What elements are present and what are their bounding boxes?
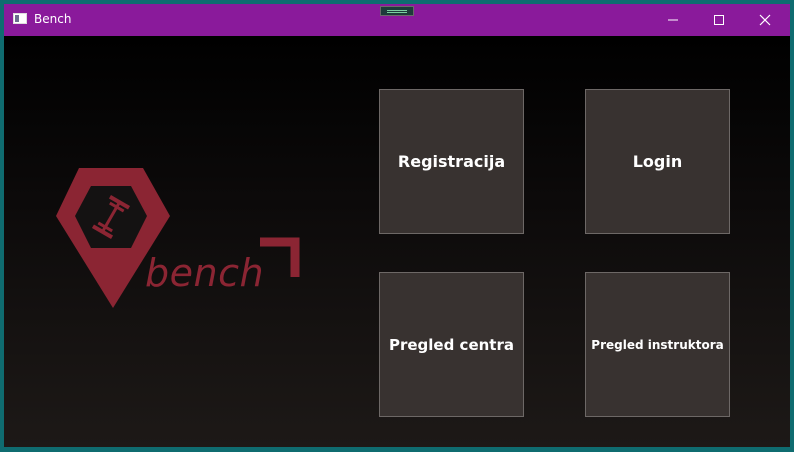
minimize-button[interactable] (650, 4, 696, 36)
pregled-centra-label: Pregled centra (388, 335, 514, 354)
pregled-centra-button[interactable]: Pregled centra (379, 272, 524, 417)
pregled-instruktora-label: Pregled instruktora (591, 337, 724, 352)
login-button[interactable]: Login (585, 89, 730, 234)
close-button[interactable] (742, 4, 788, 36)
main-content: bench Registracija Login Pregled centra … (4, 36, 790, 447)
app-window: Bench bench Registracija Login Pregled c… (4, 4, 790, 447)
logo-corner-bracket (260, 237, 300, 277)
registracija-label: Registracija (397, 152, 506, 171)
window-title: Bench (34, 12, 72, 26)
close-icon (759, 14, 771, 26)
login-label: Login (632, 152, 683, 171)
minimize-icon (668, 19, 678, 21)
pregled-instruktora-button[interactable]: Pregled instruktora (585, 272, 730, 417)
maximize-button[interactable] (696, 4, 742, 36)
app-icon (13, 13, 27, 24)
maximize-icon (714, 15, 724, 25)
title-bar[interactable]: Bench (4, 4, 790, 36)
logo-text: bench (145, 251, 265, 295)
drag-grip[interactable] (380, 6, 414, 16)
registracija-button[interactable]: Registracija (379, 89, 524, 234)
